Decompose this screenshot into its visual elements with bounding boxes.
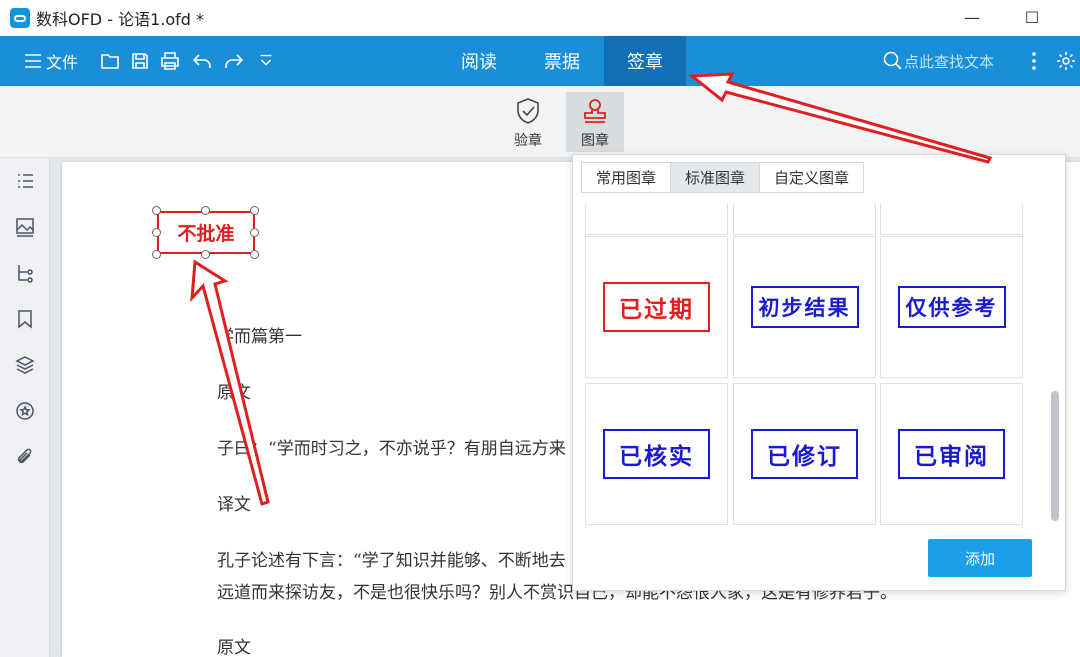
search-box[interactable]: 点此查找文本 (882, 36, 994, 86)
tab-invoice[interactable]: 票据 (522, 36, 602, 86)
more-options-button[interactable] (1026, 36, 1042, 86)
doc-line: 子曰：“学而时习之，不亦说乎？有朋自远方来 (217, 439, 566, 459)
resize-handle[interactable] (201, 206, 210, 215)
verify-stamp-label: 验章 (514, 133, 542, 149)
stamp-cell[interactable]: 已过期 (585, 236, 728, 378)
file-menu-label: 文件 (45, 53, 78, 72)
stamp-picker-panel: 常用图章 标准图章 自定义图章 已过期 初步结果 仅供参考 已核实 已修订 已审… (572, 154, 1066, 591)
tab-read[interactable]: 阅读 (441, 36, 517, 86)
add-stamp-button[interactable]: 添加 (928, 539, 1032, 577)
print-button[interactable] (158, 36, 182, 86)
tab-custom-stamps[interactable]: 自定义图章 (760, 163, 864, 192)
main-toolbar: 文件 阅读 票据 签章 点此查找文本 (0, 36, 1080, 86)
more-tools-dropdown[interactable] (256, 36, 276, 86)
stamp-category-tabs: 常用图章 标准图章 自定义图章 (581, 162, 865, 193)
stamp-label: 图章 (581, 133, 609, 149)
outline-icon[interactable] (14, 170, 36, 192)
resize-handle[interactable] (250, 206, 259, 215)
stamp-cell[interactable]: 已审阅 (880, 383, 1023, 525)
seal-list-icon[interactable] (14, 400, 36, 422)
vertical-dots-icon (1032, 52, 1036, 70)
window-title: 数科OFD - 论语1.ofd * (36, 10, 204, 29)
app-logo-icon (10, 8, 30, 28)
stamp-grid: 已过期 初步结果 仅供参考 已核实 已修订 已审阅 (585, 203, 1025, 575)
stamp-cell[interactable]: 已核实 (585, 383, 728, 525)
resize-handle[interactable] (201, 250, 210, 259)
tree-icon[interactable] (14, 262, 36, 284)
search-icon (883, 51, 902, 70)
resize-handle[interactable] (152, 250, 161, 259)
stamp-cell[interactable] (733, 203, 876, 235)
redo-button[interactable] (222, 36, 246, 86)
stamp-reference-only: 仅供参考 (897, 286, 1006, 328)
resize-handle[interactable] (250, 250, 259, 259)
stamp-cell[interactable]: 已修订 (733, 383, 876, 525)
shield-check-icon (517, 98, 539, 124)
stamp-revised: 已修订 (751, 429, 858, 479)
doc-line: 孔子论述有下言：“学了知识并能够、不断地去 (217, 551, 566, 571)
stamp-icon (584, 99, 606, 123)
doc-line: 原文 (217, 638, 251, 657)
verify-stamp-button[interactable]: 验章 (499, 92, 557, 152)
stamp-verified: 已核实 (603, 429, 710, 479)
chevron-down-icon (260, 54, 272, 66)
left-sidebar (0, 158, 50, 657)
stamp-cell[interactable]: 仅供参考 (880, 236, 1023, 378)
layers-icon[interactable] (14, 354, 36, 376)
stamp-preliminary: 初步结果 (750, 286, 859, 328)
ribbon: 验章 图章 (0, 86, 1080, 158)
attachment-icon[interactable] (14, 446, 36, 468)
redo-icon (225, 54, 244, 68)
stamp-cell[interactable] (880, 203, 1023, 235)
save-icon (132, 53, 148, 69)
print-icon (161, 52, 179, 70)
placed-stamp-text: 不批准 (177, 223, 235, 245)
undo-icon (192, 54, 211, 68)
doc-line: 译文 (217, 495, 251, 515)
open-button[interactable] (98, 36, 122, 86)
image-icon[interactable] (14, 216, 36, 238)
gear-icon (1057, 52, 1075, 70)
bookmark-icon[interactable] (14, 308, 36, 330)
tab-common-stamps[interactable]: 常用图章 (582, 163, 672, 192)
save-button[interactable] (128, 36, 152, 86)
stamp-expired: 已过期 (603, 282, 710, 332)
title-bar: 数科OFD - 论语1.ofd * — ☐ (0, 0, 1080, 36)
search-placeholder: 点此查找文本 (904, 52, 995, 71)
doc-line: 原文 (217, 383, 251, 403)
file-menu-button[interactable]: 文件 (20, 36, 80, 86)
minimize-button[interactable]: — (962, 8, 982, 28)
settings-button[interactable] (1054, 36, 1078, 86)
placed-stamp[interactable]: 不批准 (157, 211, 255, 254)
stamp-cell[interactable] (585, 203, 728, 235)
doc-line: 学而篇第一 (217, 327, 302, 347)
resize-handle[interactable] (152, 228, 161, 237)
resize-handle[interactable] (250, 228, 259, 237)
tab-standard-stamps[interactable]: 标准图章 (671, 163, 761, 192)
stamp-button[interactable]: 图章 (566, 92, 624, 152)
folder-icon (101, 54, 119, 69)
resize-handle[interactable] (152, 206, 161, 215)
stamp-reviewed: 已审阅 (898, 429, 1005, 479)
stamp-cell[interactable]: 初步结果 (733, 236, 876, 378)
tab-signature[interactable]: 签章 (604, 36, 686, 86)
undo-button[interactable] (190, 36, 214, 86)
menu-icon (24, 54, 41, 68)
stamp-grid-scrollbar[interactable] (1051, 391, 1059, 521)
maximize-button[interactable]: ☐ (1022, 8, 1042, 28)
